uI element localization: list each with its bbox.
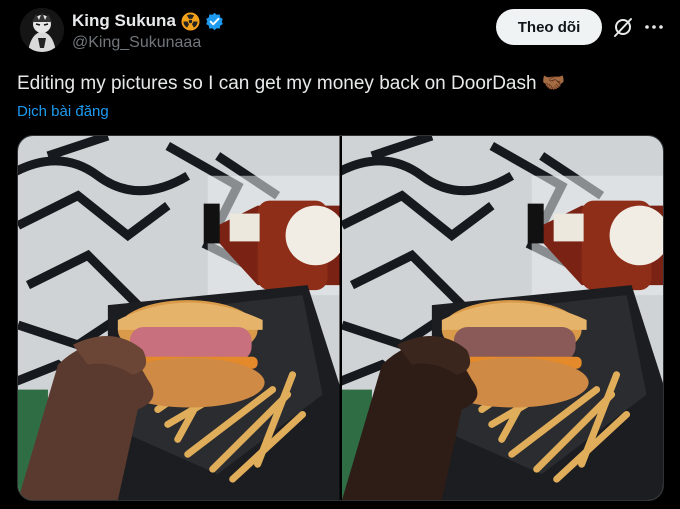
author-name-row: King Sukuna [72, 11, 224, 31]
display-name[interactable]: King Sukuna [72, 11, 176, 31]
more-icon[interactable] [643, 16, 665, 38]
photo-edited[interactable] [341, 136, 663, 500]
photo-original[interactable] [18, 136, 340, 500]
tweet-text: Editing my pictures so I can get my mone… [17, 73, 566, 94]
media-grid [17, 135, 664, 501]
tweet-post: King Sukuna @King_Sukunaaa Theo dõi Edit… [0, 0, 680, 509]
grok-icon[interactable] [612, 16, 634, 38]
author-handle[interactable]: @King_Sukunaaa [72, 34, 201, 52]
avatar[interactable] [20, 8, 64, 52]
translate-link[interactable]: Dịch bài đăng [17, 103, 109, 120]
follow-button[interactable]: Theo dõi [496, 9, 602, 45]
verified-badge-icon[interactable] [205, 12, 224, 31]
radioactive-icon [181, 11, 200, 31]
